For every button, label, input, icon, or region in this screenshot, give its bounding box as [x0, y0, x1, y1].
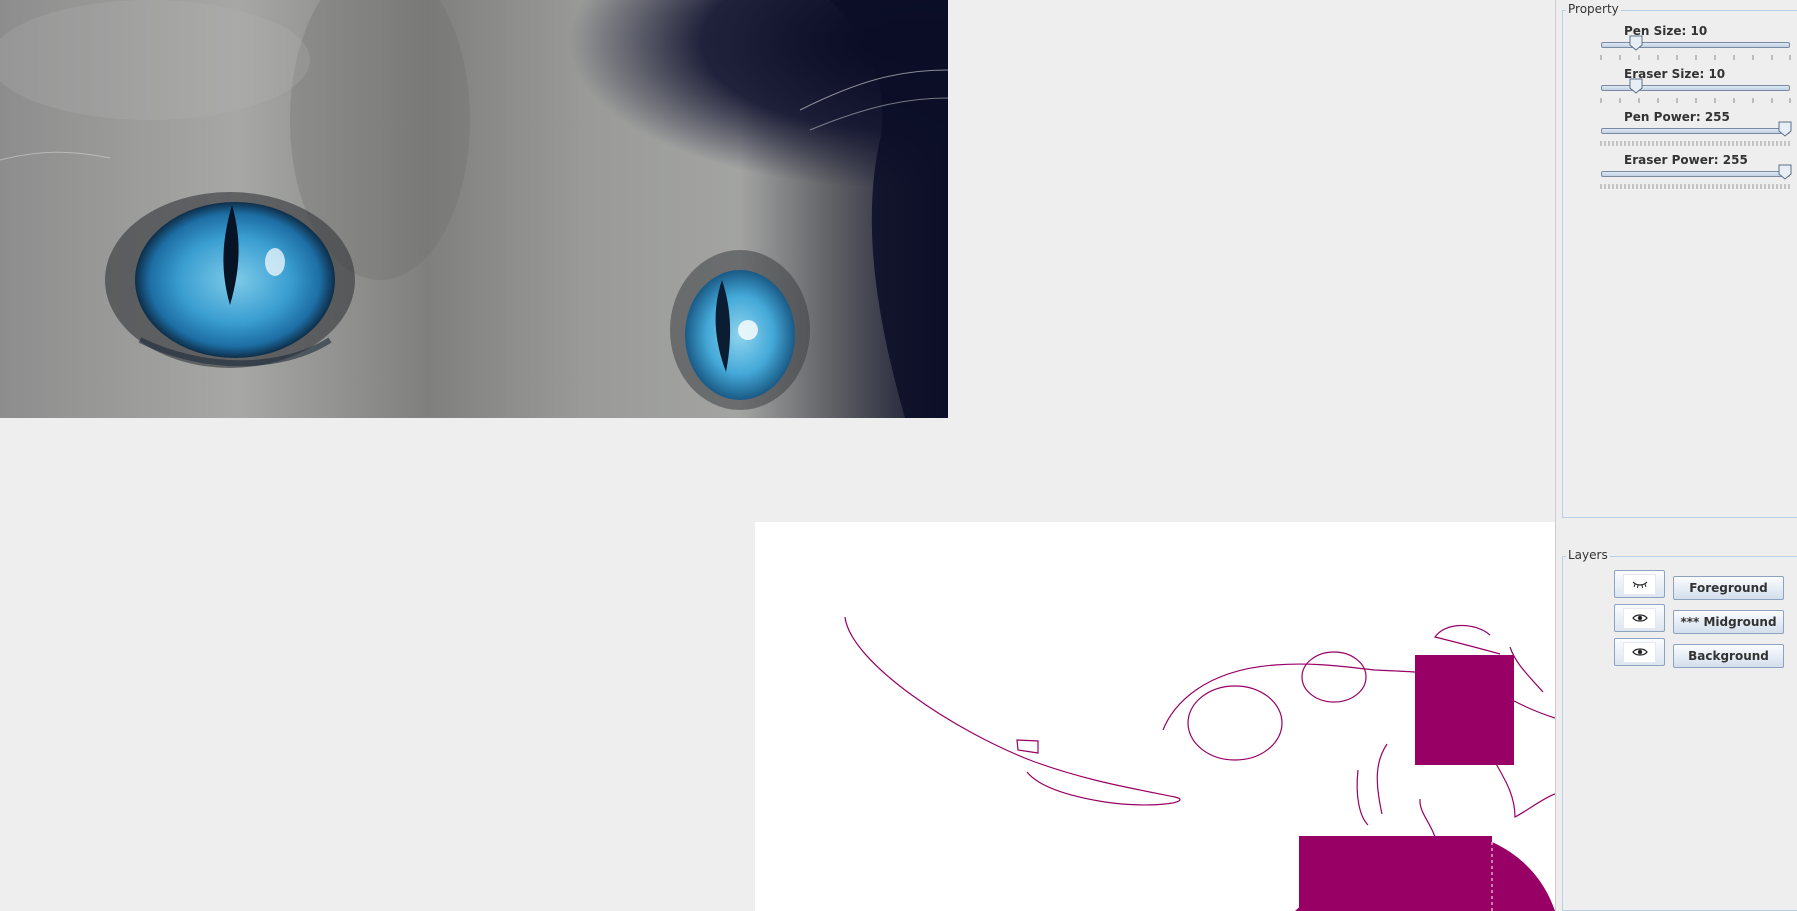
eraser-power-thumb[interactable] [1778, 164, 1792, 180]
eraser-power-track[interactable] [1601, 171, 1790, 177]
side-panel: Property Pen Size: 10 Eraser Size: 10 Pe… [1555, 0, 1797, 911]
layer-button-foreground[interactable]: Foreground [1673, 576, 1784, 600]
eraser-size-ticks [1600, 98, 1791, 103]
eye-closed-icon [1632, 581, 1647, 589]
visibility-toggle-background[interactable] [1614, 638, 1665, 666]
visibility-toggle-midground[interactable] [1614, 604, 1665, 632]
cat-photo-image [0, 0, 948, 418]
pen-size-slider[interactable]: Pen Size: 10 [1600, 24, 1792, 64]
eraser-size-thumb[interactable] [1629, 78, 1643, 94]
eraser-power-ticks [1600, 184, 1790, 189]
pen-size-ticks [1600, 55, 1791, 60]
layer-button-background[interactable]: Background [1673, 644, 1784, 668]
pen-size-thumb[interactable] [1629, 35, 1643, 51]
layer-row-midground: *** Midground [1614, 604, 1794, 634]
layer-row-foreground: Foreground [1614, 570, 1794, 600]
layer-button-midground[interactable]: *** Midground [1673, 610, 1784, 634]
eraser-power-label: Eraser Power: 255 [1624, 153, 1748, 167]
eraser-size-slider[interactable]: Eraser Size: 10 [1600, 67, 1792, 107]
layers-panel: Layers Foreground *** Midground Backgrou… [1562, 548, 1797, 911]
pen-power-ticks [1600, 141, 1790, 146]
property-panel-title: Property [1566, 2, 1621, 16]
property-panel: Property Pen Size: 10 Eraser Size: 10 Pe… [1562, 2, 1797, 518]
pen-power-slider[interactable]: Pen Power: 255 [1600, 110, 1792, 150]
layer-row-background: Background [1614, 638, 1794, 668]
eraser-power-slider[interactable]: Eraser Power: 255 [1600, 153, 1792, 193]
canvas-strokes [844, 616, 1555, 911]
pen-power-thumb[interactable] [1778, 121, 1792, 137]
pen-power-track[interactable] [1601, 128, 1790, 134]
eye-icon [1631, 648, 1648, 656]
eye-icon [1631, 614, 1648, 622]
drawing-canvas[interactable] [755, 522, 1555, 911]
visibility-toggle-foreground[interactable] [1614, 570, 1665, 598]
workspace[interactable] [0, 0, 1555, 911]
layers-panel-title: Layers [1566, 548, 1610, 562]
pen-power-label: Pen Power: 255 [1624, 110, 1730, 124]
